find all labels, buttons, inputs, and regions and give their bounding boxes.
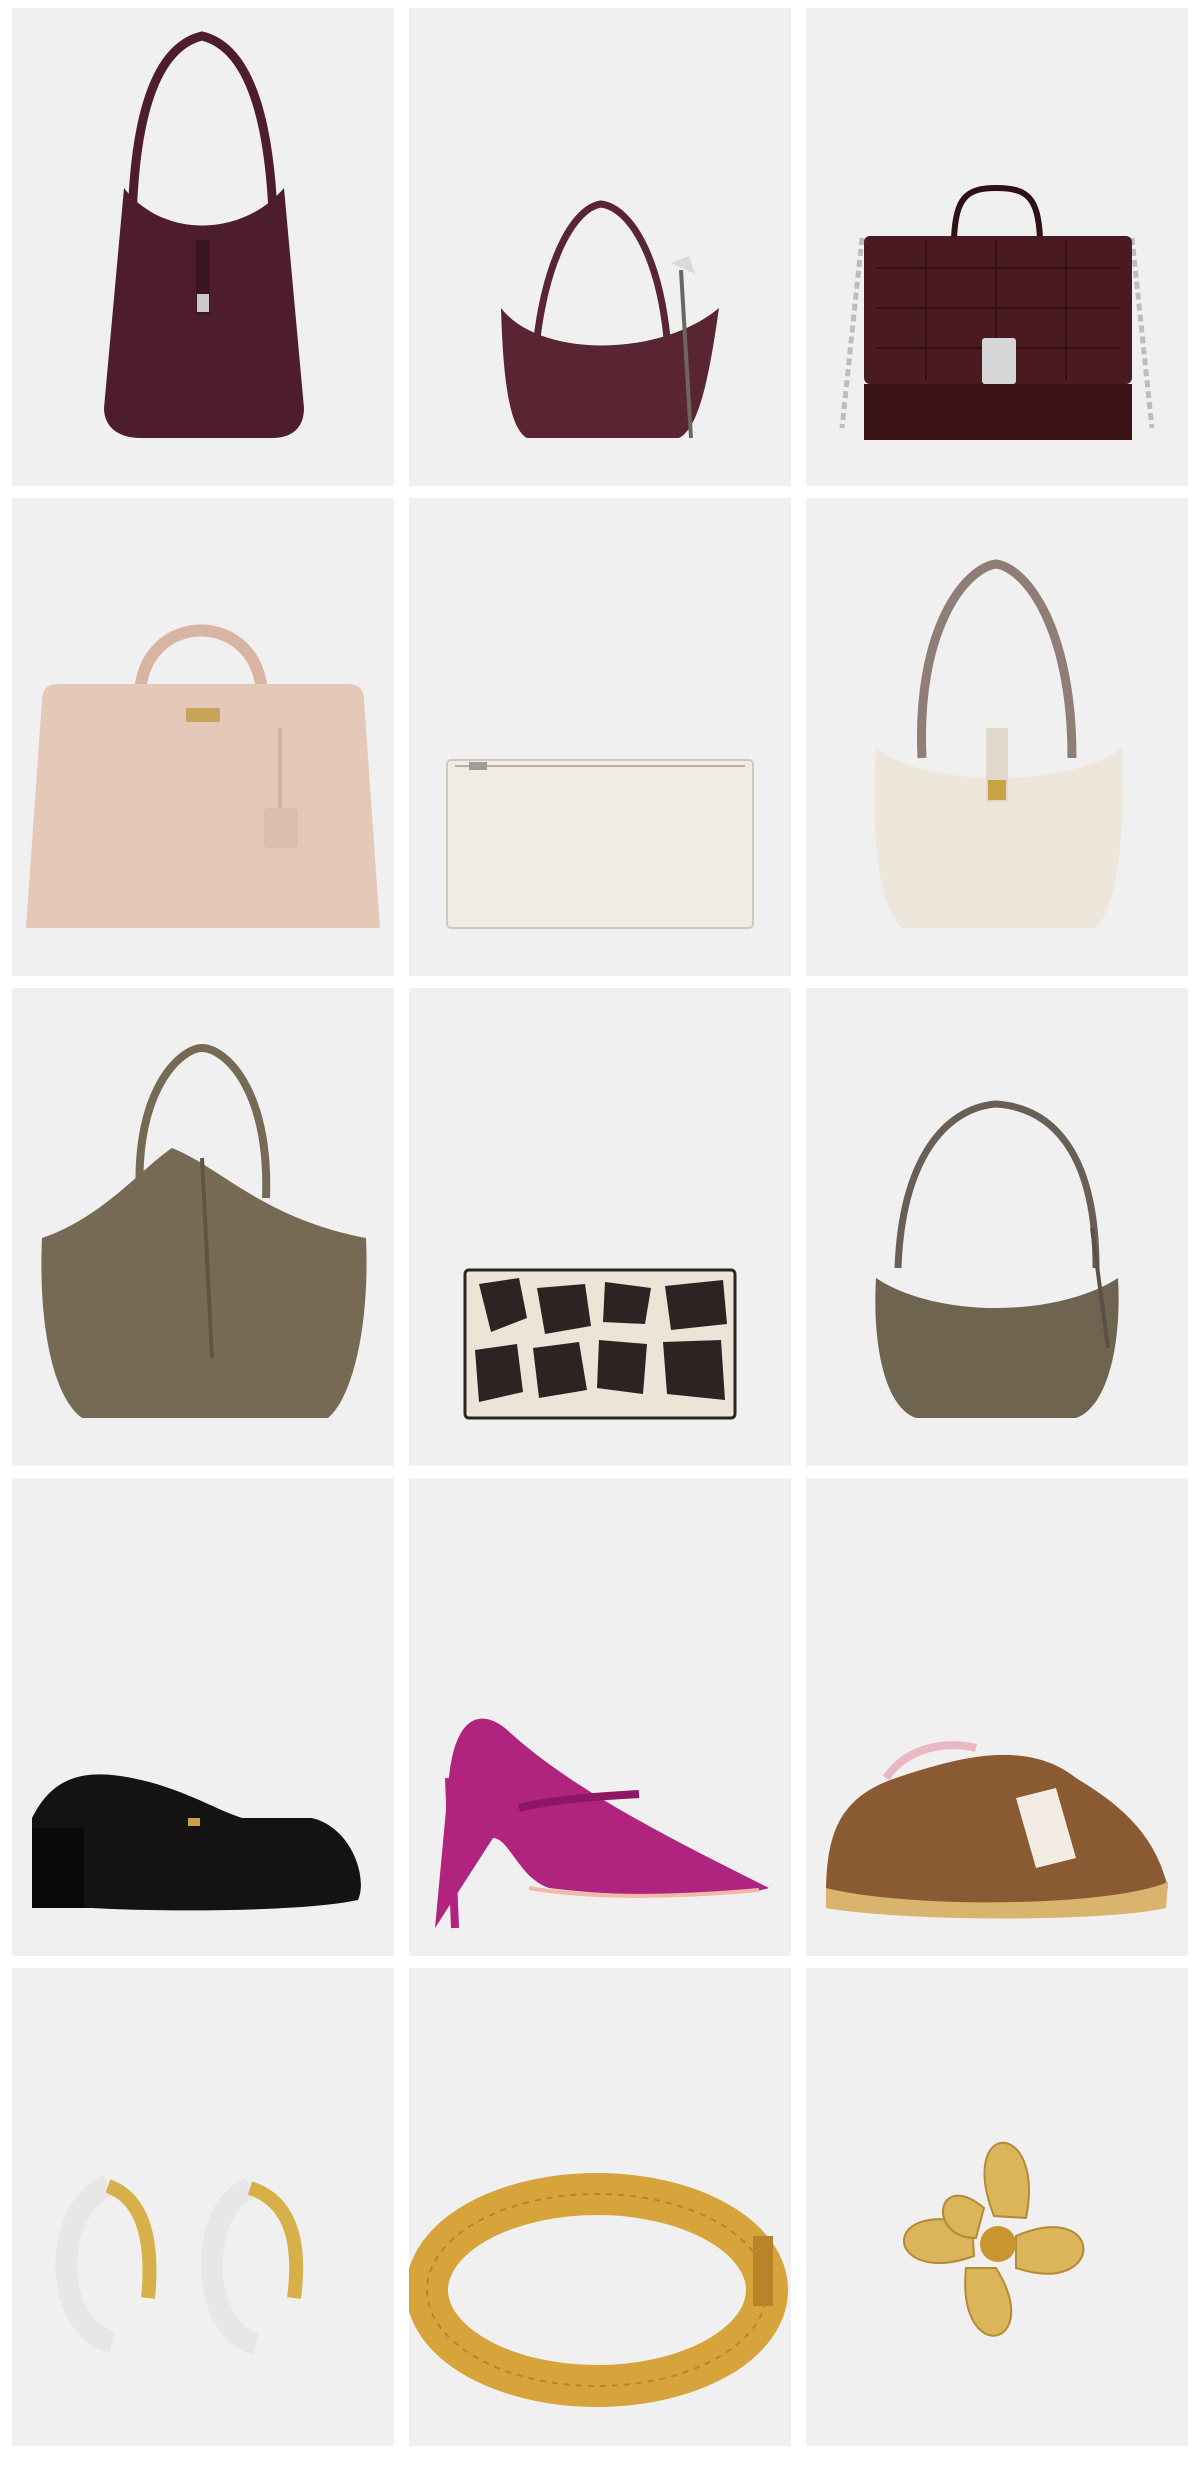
- product-image-burgundy-croc-chain-crossbody: [839, 184, 1155, 440]
- product-image-black-heeled-loafer: [32, 1774, 361, 1911]
- product-image-lucite-gold-hoop-earrings: [55, 2175, 304, 2355]
- product-image-olive-suede-tote: [41, 1043, 367, 1418]
- product-image-blush-leather-satchel: [26, 624, 380, 928]
- product-image-giraffe-print-wallet: [463, 1268, 737, 1420]
- product-tile-cream-hobo-shoulder-bag[interactable]: [806, 498, 1188, 976]
- product-image-gold-flower-brooch: [902, 2141, 1085, 2337]
- product-image-gold-filigree-bangle: [409, 2173, 788, 2407]
- product-image-cream-hobo-shoulder-bag: [874, 559, 1123, 928]
- product-tile-gold-filigree-bangle[interactable]: [409, 1968, 791, 2446]
- product-tile-olive-suede-crescent-bag[interactable]: [806, 988, 1188, 1466]
- product-tile-lucite-gold-hoop-earrings[interactable]: [12, 1968, 394, 2446]
- product-image-burgundy-hobo-shoulder-bag: [104, 31, 304, 438]
- product-tile-black-heeled-loafer[interactable]: [12, 1478, 394, 1956]
- product-tile-burgundy-hobo-shoulder-bag[interactable]: [12, 8, 394, 486]
- product-image-cream-leather-pouch: [446, 759, 754, 929]
- product-tile-giraffe-print-wallet[interactable]: [409, 988, 791, 1466]
- product-image-burgundy-suede-mini-hobo: [501, 200, 719, 439]
- product-tile-burgundy-suede-mini-hobo[interactable]: [409, 8, 791, 486]
- product-image-olive-suede-crescent-bag: [875, 1100, 1119, 1418]
- product-tile-gold-flower-brooch[interactable]: [806, 1968, 1188, 2446]
- product-grid: [0, 0, 1200, 2468]
- product-tile-giraffe-print-sneaker[interactable]: [806, 1478, 1188, 1956]
- product-tile-olive-suede-tote[interactable]: [12, 988, 394, 1466]
- product-tile-cream-leather-pouch[interactable]: [409, 498, 791, 976]
- product-tile-magenta-suede-pump[interactable]: [409, 1478, 791, 1956]
- product-image-giraffe-print-sneaker: [826, 1741, 1168, 1919]
- product-image-magenta-suede-pump: [435, 1718, 769, 1929]
- product-tile-burgundy-croc-chain-crossbody[interactable]: [806, 8, 1188, 486]
- product-tile-blush-leather-satchel[interactable]: [12, 498, 394, 976]
